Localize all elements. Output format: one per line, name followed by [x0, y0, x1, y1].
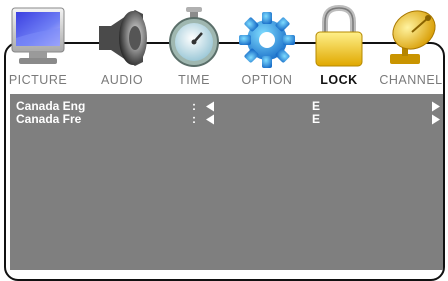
tab-label: LOCK	[320, 73, 358, 87]
arrow-right-icon[interactable]	[431, 113, 441, 126]
arrow-left-icon[interactable]	[205, 113, 215, 126]
menu-tabs: PICTURE AUDIO TIME OPTION LOCK CHANNEL	[0, 0, 448, 100]
padlock-icon	[315, 4, 363, 67]
setting-label: Canada Fre	[16, 112, 82, 126]
setting-colon: :	[192, 112, 196, 126]
gear-icon	[239, 12, 295, 68]
setting-value: E	[312, 112, 321, 126]
satellite-dish-icon	[390, 10, 436, 64]
stopwatch-icon	[169, 7, 219, 67]
monitor-icon	[11, 7, 65, 64]
tab-label: OPTION	[241, 73, 293, 87]
tab-label: CHANNEL	[379, 73, 443, 87]
arrow-left-icon[interactable]	[205, 100, 215, 113]
tab-lock[interactable]: LOCK	[304, 0, 374, 92]
tab-label: PICTURE	[8, 73, 68, 87]
tab-option[interactable]: OPTION	[232, 0, 302, 92]
arrow-right-icon[interactable]	[431, 100, 441, 113]
tab-time[interactable]: TIME	[159, 0, 229, 92]
tab-label: AUDIO	[100, 73, 144, 87]
tab-audio[interactable]: AUDIO	[87, 0, 157, 92]
speaker-icon	[99, 10, 147, 66]
tab-picture[interactable]: PICTURE	[3, 0, 73, 92]
lock-settings-panel: Canada Eng : E Canada Fre : E	[10, 94, 443, 270]
tab-label: TIME	[178, 73, 210, 87]
setting-row-canada-fre[interactable]: Canada Fre : E	[10, 113, 443, 126]
tab-channel[interactable]: CHANNEL	[376, 0, 446, 92]
